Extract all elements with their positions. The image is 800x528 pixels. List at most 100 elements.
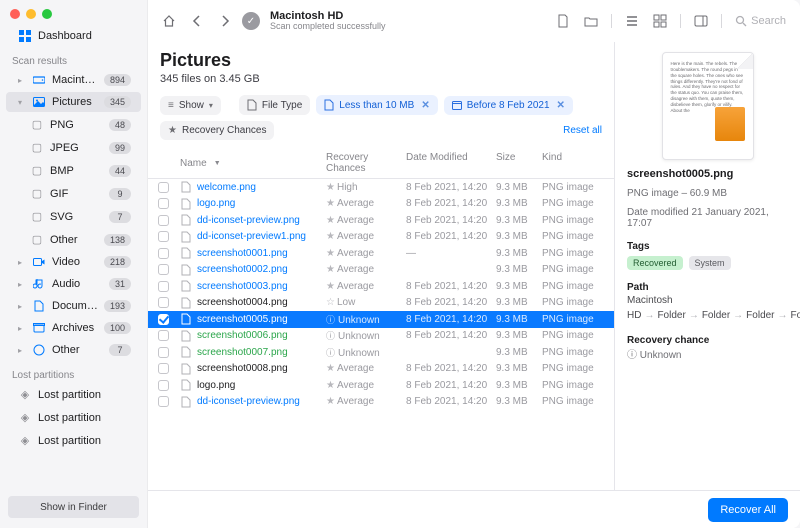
sidebar-item-label: Documents xyxy=(52,300,98,312)
row-checkbox[interactable] xyxy=(158,363,169,374)
close-window-button[interactable] xyxy=(10,9,20,19)
sidebar-item-documents[interactable]: ▸Documents193 xyxy=(6,296,141,316)
row-checkbox[interactable] xyxy=(158,231,169,242)
file-preview: Here is the main. The rebels. The troubl… xyxy=(662,52,754,160)
col-recovery-header[interactable]: Recovery Chances xyxy=(326,152,406,174)
sidebar-item-label: BMP xyxy=(50,165,103,177)
remove-filter-icon[interactable]: ✕ xyxy=(557,100,565,111)
back-button[interactable] xyxy=(186,10,208,32)
col-name-header[interactable]: Name▼ xyxy=(180,152,326,174)
reset-filters-link[interactable]: Reset all xyxy=(563,125,602,136)
toolbar: ✓ Macintosh HD Scan completed successful… xyxy=(148,0,800,42)
row-size: 9.3 MB xyxy=(496,347,542,358)
sidebar-item-lost-partition[interactable]: ◈Lost partition xyxy=(6,430,141,451)
inspector-modified: Date modified 21 January 2021, 17:07 xyxy=(627,207,788,229)
row-date: 8 Feb 2021, 14:20 xyxy=(406,297,496,308)
sidebar-item-lost-partition[interactable]: ◈Lost partition xyxy=(6,384,141,405)
window-controls xyxy=(0,0,147,25)
row-recovery: ★Average xyxy=(326,281,406,292)
table-row[interactable]: screenshot0005.pngⓘUnknown8 Feb 2021, 14… xyxy=(148,311,614,328)
table-row[interactable]: dd-iconset-preview1.png★Average8 Feb 202… xyxy=(148,229,614,246)
file-name: screenshot0001.png xyxy=(197,248,288,259)
sidebar-item-macintosh-hd[interactable]: ▸ Macintosh HD 894 xyxy=(6,70,141,90)
table-row[interactable]: dd-iconset-preview.png★Average8 Feb 2021… xyxy=(148,212,614,229)
col-kind-header[interactable]: Kind xyxy=(542,152,604,174)
info-icon: ⓘ xyxy=(627,350,637,361)
table-row[interactable]: welcome.png★High8 Feb 2021, 14:209.3 MBP… xyxy=(148,179,614,196)
toggle-inspector-button[interactable] xyxy=(690,10,712,32)
file-icon xyxy=(180,213,192,227)
show-filter-button[interactable]: ≡Show▾ xyxy=(160,96,221,115)
row-checkbox[interactable] xyxy=(158,314,169,325)
row-kind: PNG image xyxy=(542,297,604,308)
sidebar-item-audio[interactable]: ▸Audio31 xyxy=(6,274,141,294)
row-checkbox[interactable] xyxy=(158,198,169,209)
forward-button[interactable] xyxy=(214,10,236,32)
list-view-button[interactable] xyxy=(621,10,643,32)
filetype-filter-chip[interactable]: File Type xyxy=(239,95,310,115)
file-icon xyxy=(180,296,192,310)
table-row[interactable]: logo.png★Average8 Feb 2021, 14:209.3 MBP… xyxy=(148,377,614,394)
row-checkbox[interactable] xyxy=(158,264,169,275)
row-checkbox[interactable] xyxy=(158,281,169,292)
new-file-button[interactable] xyxy=(552,10,574,32)
date-filter-chip[interactable]: Before 8 Feb 2021✕ xyxy=(444,96,573,115)
sidebar-item-gif[interactable]: ▢GIF9 xyxy=(6,183,141,204)
row-kind: PNG image xyxy=(542,281,604,292)
file-icon xyxy=(180,263,192,277)
row-checkbox[interactable] xyxy=(158,297,169,308)
sidebar-item-jpeg[interactable]: ▢JPEG99 xyxy=(6,137,141,158)
table-header: Name▼ Recovery Chances Date Modified Siz… xyxy=(148,148,614,179)
row-kind: PNG image xyxy=(542,264,604,275)
table-row[interactable]: dd-iconset-preview.png★Average8 Feb 2021… xyxy=(148,394,614,411)
show-in-finder-button[interactable]: Show in Finder xyxy=(8,496,139,518)
row-checkbox[interactable] xyxy=(158,396,169,407)
remove-filter-icon[interactable]: ✕ xyxy=(421,100,429,111)
row-size: 9.3 MB xyxy=(496,314,542,325)
sidebar-item-png[interactable]: ▢PNG48 xyxy=(6,114,141,135)
size-filter-chip[interactable]: Less than 10 MB✕ xyxy=(316,95,437,115)
sidebar-item-other[interactable]: ▸Other7 xyxy=(6,340,141,360)
sidebar-item-video[interactable]: ▸Video218 xyxy=(6,252,141,272)
table-row[interactable]: logo.png★Average8 Feb 2021, 14:209.3 MBP… xyxy=(148,196,614,213)
new-folder-button[interactable] xyxy=(580,10,602,32)
table-row[interactable]: screenshot0002.png★Average9.3 MBPNG imag… xyxy=(148,262,614,279)
file-icon xyxy=(180,180,192,194)
sidebar-item-other-pictures[interactable]: ▢Other138 xyxy=(6,229,141,250)
file-icon xyxy=(180,279,192,293)
sidebar-item-pictures[interactable]: ▾ Pictures 345 xyxy=(6,92,141,112)
row-kind: PNG image xyxy=(542,380,604,391)
col-date-header[interactable]: Date Modified xyxy=(406,152,496,174)
table-row[interactable]: screenshot0006.pngⓘUnknown8 Feb 2021, 14… xyxy=(148,328,614,345)
row-checkbox[interactable] xyxy=(158,347,169,358)
home-button[interactable] xyxy=(158,10,180,32)
row-checkbox[interactable] xyxy=(158,182,169,193)
row-date: 8 Feb 2021, 14:20 xyxy=(406,380,496,391)
badge: 218 xyxy=(104,256,131,268)
sidebar-dashboard-label: Dashboard xyxy=(38,30,131,42)
row-date: 8 Feb 2021, 14:20 xyxy=(406,363,496,374)
minimize-window-button[interactable] xyxy=(26,9,36,19)
table-row[interactable]: screenshot0001.png★Average—9.3 MBPNG ima… xyxy=(148,245,614,262)
row-checkbox[interactable] xyxy=(158,248,169,259)
chances-filter-chip[interactable]: ★Recovery Chances xyxy=(160,121,274,140)
table-row[interactable]: screenshot0007.pngⓘUnknown9.3 MBPNG imag… xyxy=(148,344,614,361)
grid-view-button[interactable] xyxy=(649,10,671,32)
table-row[interactable]: screenshot0003.png★Average8 Feb 2021, 14… xyxy=(148,278,614,295)
col-size-header[interactable]: Size xyxy=(496,152,542,174)
sidebar-item-lost-partition[interactable]: ◈Lost partition xyxy=(6,407,141,428)
row-checkbox[interactable] xyxy=(158,380,169,391)
sidebar-item-archives[interactable]: ▸Archives100 xyxy=(6,318,141,338)
table-row[interactable]: screenshot0008.png★Average8 Feb 2021, 14… xyxy=(148,361,614,378)
table-row[interactable]: screenshot0004.png☆Low8 Feb 2021, 14:209… xyxy=(148,295,614,312)
sidebar-item-svg[interactable]: ▢SVG7 xyxy=(6,206,141,227)
sidebar-dashboard[interactable]: Dashboard xyxy=(6,26,141,46)
sidebar-item-label: SVG xyxy=(50,211,103,223)
row-kind: PNG image xyxy=(542,396,604,407)
search-field[interactable]: Search xyxy=(731,15,790,27)
recover-all-button[interactable]: Recover All xyxy=(708,498,788,522)
sidebar-item-bmp[interactable]: ▢BMP44 xyxy=(6,160,141,181)
row-checkbox[interactable] xyxy=(158,330,169,341)
row-checkbox[interactable] xyxy=(158,215,169,226)
zoom-window-button[interactable] xyxy=(42,9,52,19)
